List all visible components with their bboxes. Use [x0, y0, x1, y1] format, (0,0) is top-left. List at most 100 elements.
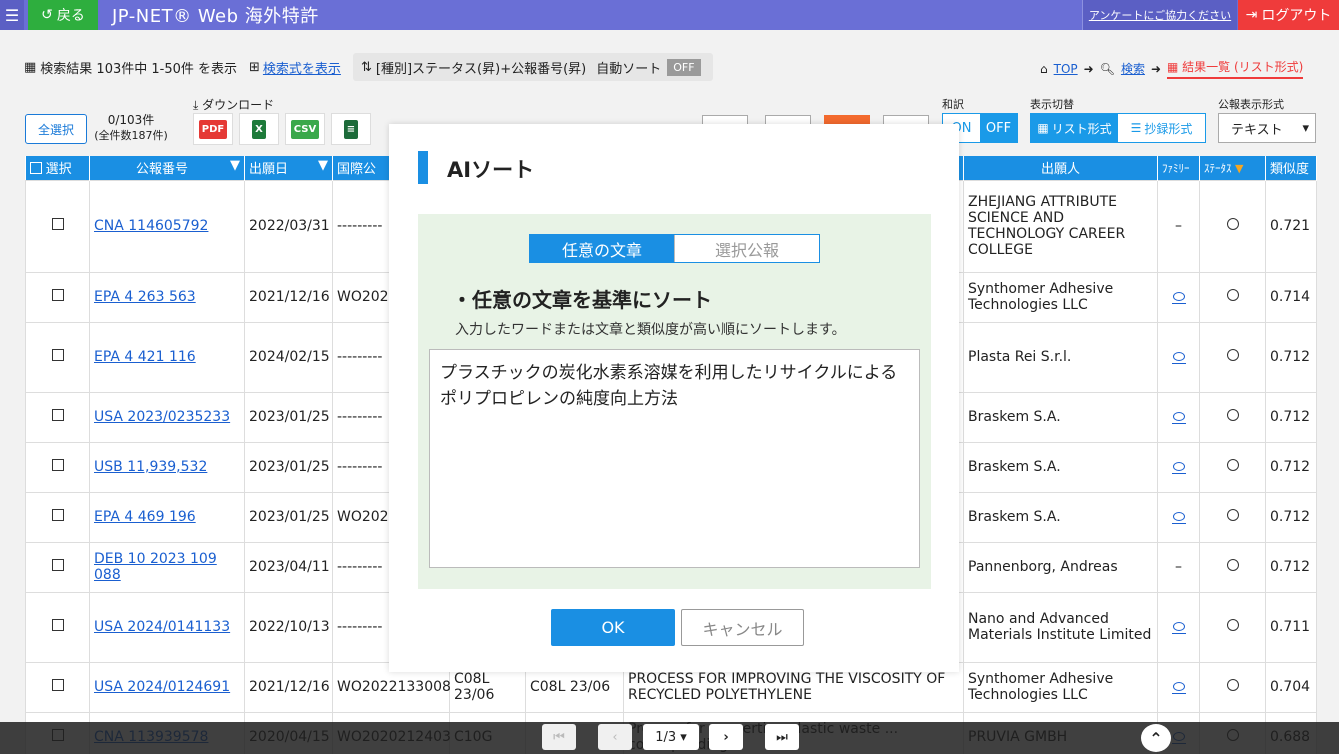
- family-link-icon[interactable]: [1171, 412, 1186, 424]
- filing-date: 2021/12/16: [244, 661, 333, 713]
- translation-label: 和訳: [942, 98, 964, 111]
- pub-no-link[interactable]: USA 2023/0235233: [94, 409, 230, 425]
- sort-text-input[interactable]: プラスチックの炭化水素系溶媒を利用したリサイクルによるポリプロピレンの純度向上方…: [429, 349, 920, 568]
- document-icon-label: ≡: [343, 119, 359, 139]
- dialog-title: AIソート: [447, 158, 535, 182]
- pub-no-link[interactable]: DEB 10 2023 109 088: [94, 551, 217, 583]
- header-pub-no-label: 公報番号: [135, 162, 188, 178]
- sort-box[interactable]: ⇅ [種別]ステータス(昇)+公報番号(昇) 自動ソート OFF: [353, 53, 713, 81]
- first-page-button[interactable]: ⏮: [542, 724, 576, 750]
- header-filing-date[interactable]: 出願日 ▼: [244, 156, 333, 180]
- status-circle-icon: [1226, 509, 1239, 521]
- excel-download-icon[interactable]: X: [239, 113, 279, 145]
- pub-no-link[interactable]: CNA 114605792: [94, 218, 208, 234]
- view-switch[interactable]: ▦ リスト形式 ☰ 抄録形式: [1030, 113, 1206, 143]
- row-checkbox[interactable]: [51, 289, 64, 301]
- selected-count: 0/103件 (全件数187件): [92, 112, 170, 144]
- breadcrumb-current-label: 結果一覧 (リスト形式): [1182, 60, 1304, 74]
- translation-off-button[interactable]: OFF: [980, 114, 1017, 142]
- prev-page-button[interactable]: ‹: [598, 724, 632, 750]
- header-status-label: ｽﾃｰﾀｽ: [1204, 161, 1232, 175]
- pub-no-link[interactable]: EPA 4 469 196: [94, 509, 196, 525]
- csv-icon-label: CSV: [290, 119, 320, 139]
- family-link-icon[interactable]: [1171, 682, 1186, 694]
- logout-label: ログアウト: [1261, 8, 1332, 24]
- filter-icon[interactable]: ▼: [1235, 162, 1243, 175]
- list-view-button[interactable]: ▦ リスト形式: [1031, 114, 1118, 142]
- status-circle-icon: [1226, 619, 1239, 631]
- pub-no-link[interactable]: USA 2024/0141133: [94, 619, 230, 635]
- header-checkbox[interactable]: [29, 162, 42, 175]
- filing-date: 2023/04/11: [244, 541, 333, 593]
- applicant: Braskem S.A.: [963, 491, 1158, 543]
- row-checkbox[interactable]: [51, 349, 64, 361]
- breadcrumb-search[interactable]: 検索: [1121, 60, 1145, 77]
- pdf-download-icon[interactable]: PDF: [193, 113, 233, 145]
- breadcrumb-top[interactable]: TOP: [1054, 62, 1078, 76]
- publication-format-select[interactable]: テキスト ▾: [1218, 113, 1316, 143]
- show-query-link[interactable]: 検索式を表示: [263, 58, 341, 77]
- header-family: ﾌｧﾐﾘｰ: [1157, 156, 1200, 180]
- family-link-icon[interactable]: [1171, 462, 1186, 474]
- download-icons: PDF X CSV ≡: [193, 113, 371, 145]
- pub-no-link[interactable]: USB 11,939,532: [94, 459, 207, 475]
- csv-download-icon[interactable]: CSV: [285, 113, 325, 145]
- status-circle-icon: [1226, 559, 1239, 571]
- header-pub-no[interactable]: 公報番号 ▼: [89, 156, 245, 180]
- filter-icon[interactable]: ▼: [230, 158, 240, 173]
- menu-icon[interactable]: ☰: [0, 0, 24, 30]
- selected-count-value: 0/103件: [107, 113, 155, 127]
- back-button[interactable]: ↺ 戻る: [28, 0, 98, 30]
- pub-no-link[interactable]: USA 2024/0124691: [94, 679, 230, 695]
- row-checkbox[interactable]: [51, 218, 64, 230]
- dialog-title-accent: [418, 151, 428, 184]
- tab-free-text[interactable]: 任意の文章: [530, 235, 674, 262]
- logout-button[interactable]: ⇥ ログアウト: [1238, 0, 1339, 30]
- row-checkbox[interactable]: [51, 409, 64, 421]
- filter-icon[interactable]: ▼: [318, 158, 328, 173]
- header-applicant-label: 出願人: [1040, 162, 1080, 178]
- page-select[interactable]: 1/3 ▾: [643, 724, 699, 750]
- list-view-label: リスト形式: [1051, 121, 1112, 136]
- survey-link[interactable]: アンケートにご協力ください: [1082, 0, 1237, 30]
- row-checkbox[interactable]: [51, 509, 64, 521]
- auto-sort-toggle[interactable]: OFF: [667, 58, 701, 76]
- status-circle-icon: [1226, 349, 1239, 361]
- family-link-icon[interactable]: [1171, 292, 1186, 304]
- family-link-icon[interactable]: [1171, 352, 1186, 364]
- pub-no-link[interactable]: EPA 4 263 563: [94, 289, 196, 305]
- family-link-icon[interactable]: [1171, 512, 1186, 524]
- header-status[interactable]: ｽﾃｰﾀｽ ▼: [1199, 156, 1266, 180]
- tab-selected-publication[interactable]: 選択公報: [674, 235, 819, 262]
- caret-down-icon: ▾: [1302, 120, 1309, 136]
- row-checkbox[interactable]: [51, 459, 64, 471]
- status-circle-icon: [1226, 459, 1239, 471]
- scroll-top-button[interactable]: ⌃: [1141, 724, 1171, 752]
- header-select[interactable]: 選択: [25, 156, 90, 180]
- status-circle-icon: [1226, 679, 1239, 691]
- last-page-button[interactable]: ⏭: [765, 724, 799, 750]
- status-circle-icon: [1226, 409, 1239, 421]
- row-checkbox[interactable]: [51, 679, 64, 691]
- applicant: Braskem S.A.: [963, 441, 1158, 493]
- next-page-button[interactable]: ›: [709, 724, 743, 750]
- pub-no-link[interactable]: EPA 4 421 116: [94, 349, 196, 365]
- header-similarity[interactable]: 類似度: [1265, 156, 1317, 180]
- header-filing-date-label: 出願日: [249, 162, 289, 178]
- document-download-icon[interactable]: ≡: [331, 113, 371, 145]
- header-select-label: 選択: [45, 162, 72, 178]
- excerpt-view-button[interactable]: ☰ 抄録形式: [1118, 114, 1205, 142]
- row-checkbox[interactable]: [51, 619, 64, 631]
- select-all-button[interactable]: 全選択: [25, 114, 87, 144]
- family-link-icon[interactable]: [1171, 622, 1186, 634]
- breadcrumb-current: ▦ 結果一覧 (リスト形式): [1167, 58, 1304, 79]
- table-icon: ▦: [24, 60, 37, 75]
- header-applicant[interactable]: 出願人: [963, 156, 1158, 180]
- ok-button[interactable]: OK: [551, 609, 675, 646]
- row-checkbox[interactable]: [51, 559, 64, 571]
- back-arrow-icon: ↺: [41, 7, 53, 23]
- applicant: Plasta Rei S.r.l.: [963, 321, 1158, 393]
- cancel-button[interactable]: キャンセル: [681, 609, 804, 646]
- applicant: Nano and Advanced Materials Institute Li…: [963, 591, 1158, 663]
- family-none: –: [1175, 559, 1182, 575]
